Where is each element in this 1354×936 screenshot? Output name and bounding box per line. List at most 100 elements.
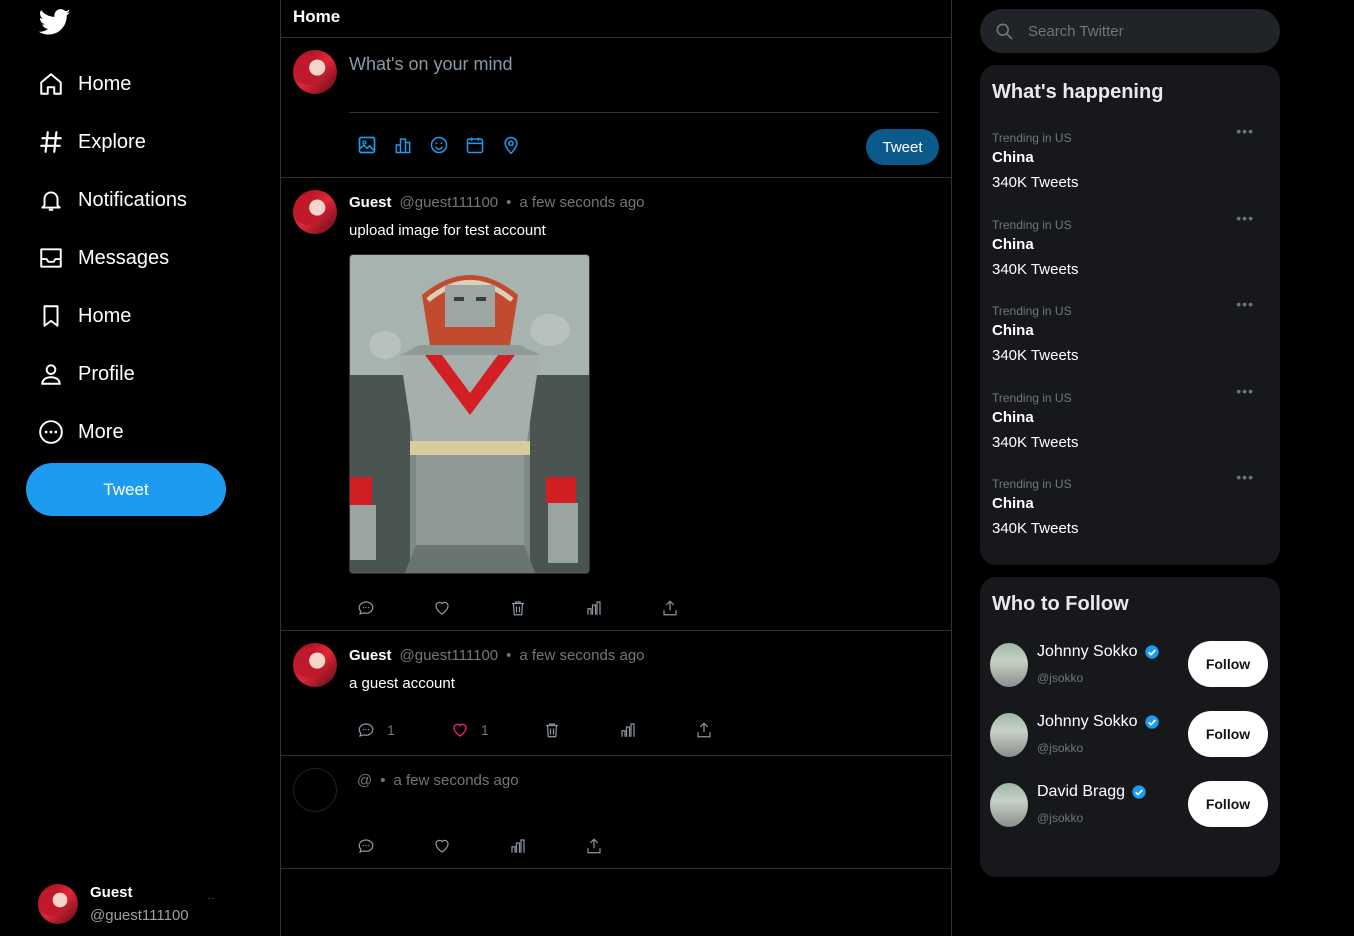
delete-button[interactable] bbox=[543, 721, 619, 739]
nav-more[interactable]: More bbox=[38, 412, 124, 452]
more-dots-icon[interactable]: ••• bbox=[1236, 383, 1254, 399]
tweet-text: upload image for test account bbox=[349, 222, 546, 239]
trend-item[interactable]: Trending in US China 340K Tweets ••• bbox=[992, 383, 1268, 471]
bell-icon bbox=[41, 191, 61, 211]
trend-context: Trending in US bbox=[992, 131, 1072, 145]
trend-topic: China bbox=[992, 236, 1034, 253]
trend-item[interactable]: Trending in US China 340K Tweets ••• bbox=[992, 210, 1268, 298]
avatar[interactable] bbox=[990, 713, 1028, 757]
analytics-button[interactable] bbox=[619, 721, 695, 739]
analytics-button[interactable] bbox=[585, 599, 603, 617]
trend-item[interactable]: Trending in US China 340K Tweets ••• bbox=[992, 296, 1268, 384]
main-timeline: Home What's on your mind Tweet Guest @gu… bbox=[280, 0, 952, 936]
account-more-icon[interactable]: ·· bbox=[208, 894, 215, 903]
follow-name[interactable]: David Bragg bbox=[1037, 783, 1125, 801]
more-circle-icon bbox=[39, 420, 63, 444]
tweet-time: a few seconds ago bbox=[519, 194, 645, 211]
verified-badge-icon bbox=[1144, 715, 1159, 729]
tweet-card[interactable]: @ • a few seconds ago bbox=[281, 756, 951, 869]
tweet-actions: 1 1 bbox=[357, 721, 713, 739]
reply-button[interactable]: 1 bbox=[357, 721, 451, 739]
tweet-image[interactable] bbox=[349, 254, 590, 574]
reply-button[interactable] bbox=[357, 599, 375, 617]
sidebar: Home Explore Notifications Messages Home… bbox=[0, 0, 280, 936]
more-dots-icon[interactable]: ••• bbox=[1236, 469, 1254, 485]
tweet-card[interactable]: Guest @guest111100 • a few seconds ago a… bbox=[281, 631, 951, 756]
like-count: 1 bbox=[481, 722, 489, 738]
follow-button[interactable]: Follow bbox=[1188, 781, 1268, 827]
tweet-author-handle: @guest111100 bbox=[399, 647, 499, 664]
follow-suggestion[interactable]: Johnny Sokko @jsokko Follow bbox=[990, 711, 1270, 759]
follow-button[interactable]: Follow bbox=[1188, 641, 1268, 687]
search-input[interactable] bbox=[1028, 22, 1248, 40]
search-box[interactable] bbox=[980, 9, 1280, 53]
bookmark-icon bbox=[43, 305, 59, 327]
avatar[interactable] bbox=[990, 783, 1028, 827]
avatar[interactable] bbox=[293, 190, 337, 234]
page-title: Home bbox=[281, 0, 951, 38]
hashtag-icon bbox=[40, 131, 62, 153]
trend-count: 340K Tweets bbox=[992, 434, 1079, 451]
tweet-actions bbox=[357, 599, 679, 617]
reply-button[interactable] bbox=[357, 837, 375, 855]
like-button[interactable]: 1 bbox=[451, 721, 543, 739]
schedule-icon[interactable] bbox=[465, 135, 487, 157]
like-button[interactable] bbox=[433, 599, 451, 617]
account-switcher[interactable]: Guest @guest111100 ·· bbox=[38, 880, 258, 928]
more-dots-icon[interactable]: ••• bbox=[1236, 123, 1254, 139]
poll-icon[interactable] bbox=[393, 135, 415, 157]
tweet-card[interactable]: Guest @guest111100 • a few seconds ago u… bbox=[281, 178, 951, 631]
composer-tweet-button[interactable]: Tweet bbox=[866, 129, 939, 165]
sidebar-tweet-button[interactable]: Tweet bbox=[26, 463, 226, 516]
tweet-time: a few seconds ago bbox=[393, 772, 519, 789]
share-button[interactable] bbox=[585, 837, 603, 855]
follow-button[interactable]: Follow bbox=[1188, 711, 1268, 757]
nav-explore[interactable]: Explore bbox=[38, 122, 146, 162]
avatar[interactable] bbox=[293, 768, 337, 812]
delete-button[interactable] bbox=[509, 599, 527, 617]
location-icon[interactable] bbox=[501, 135, 523, 157]
nav-bookmarks-label: Home bbox=[78, 304, 132, 327]
nav-home[interactable]: Home bbox=[38, 64, 131, 104]
trend-context: Trending in US bbox=[992, 218, 1072, 232]
reply-count: 1 bbox=[387, 722, 395, 738]
share-icon bbox=[697, 722, 711, 738]
avatar[interactable] bbox=[293, 643, 337, 687]
meta-separator: • bbox=[506, 647, 512, 664]
nav-bookmarks[interactable]: Home bbox=[38, 296, 131, 336]
trend-count: 340K Tweets bbox=[992, 347, 1079, 364]
trend-count: 340K Tweets bbox=[992, 174, 1079, 191]
heart-icon bbox=[435, 601, 449, 615]
trend-item[interactable]: Trending in US China 340K Tweets ••• bbox=[992, 469, 1268, 557]
emoji-icon[interactable] bbox=[429, 135, 451, 157]
nav-messages[interactable]: Messages bbox=[38, 238, 169, 278]
nav-messages-label: Messages bbox=[78, 246, 170, 269]
share-button[interactable] bbox=[695, 721, 713, 739]
trend-context: Trending in US bbox=[992, 304, 1072, 318]
nav-profile-label: Profile bbox=[78, 362, 135, 385]
follow-suggestion[interactable]: Johnny Sokko @jsokko Follow bbox=[990, 641, 1270, 689]
tweet-author-name[interactable]: Guest bbox=[349, 194, 392, 211]
follow-suggestion[interactable]: David Bragg @jsokko Follow bbox=[990, 781, 1270, 829]
follow-name[interactable]: Johnny Sokko bbox=[1037, 713, 1138, 731]
nav-home-label: Home bbox=[78, 72, 132, 95]
image-icon[interactable] bbox=[357, 135, 379, 157]
share-button[interactable] bbox=[661, 599, 679, 617]
more-dots-icon[interactable]: ••• bbox=[1236, 296, 1254, 312]
nav-profile[interactable]: Profile bbox=[38, 354, 135, 394]
composer-input[interactable]: What's on your mind bbox=[349, 54, 513, 75]
meta-separator: • bbox=[506, 194, 512, 211]
trend-item[interactable]: Trending in US China 340K Tweets ••• bbox=[992, 123, 1268, 211]
avatar[interactable] bbox=[990, 643, 1028, 687]
twitter-logo-icon[interactable] bbox=[36, 6, 74, 38]
follow-name[interactable]: Johnny Sokko bbox=[1037, 643, 1138, 661]
follow-title: Who to Follow bbox=[992, 593, 1129, 615]
tweet-author-name[interactable]: Guest bbox=[349, 647, 392, 664]
tweet-actions bbox=[357, 837, 603, 855]
like-button[interactable] bbox=[433, 837, 451, 855]
analytics-icon bbox=[621, 723, 635, 737]
analytics-button[interactable] bbox=[509, 837, 527, 855]
nav-notifications[interactable]: Notifications bbox=[38, 180, 187, 220]
more-dots-icon[interactable]: ••• bbox=[1236, 210, 1254, 226]
heart-icon bbox=[435, 839, 449, 853]
